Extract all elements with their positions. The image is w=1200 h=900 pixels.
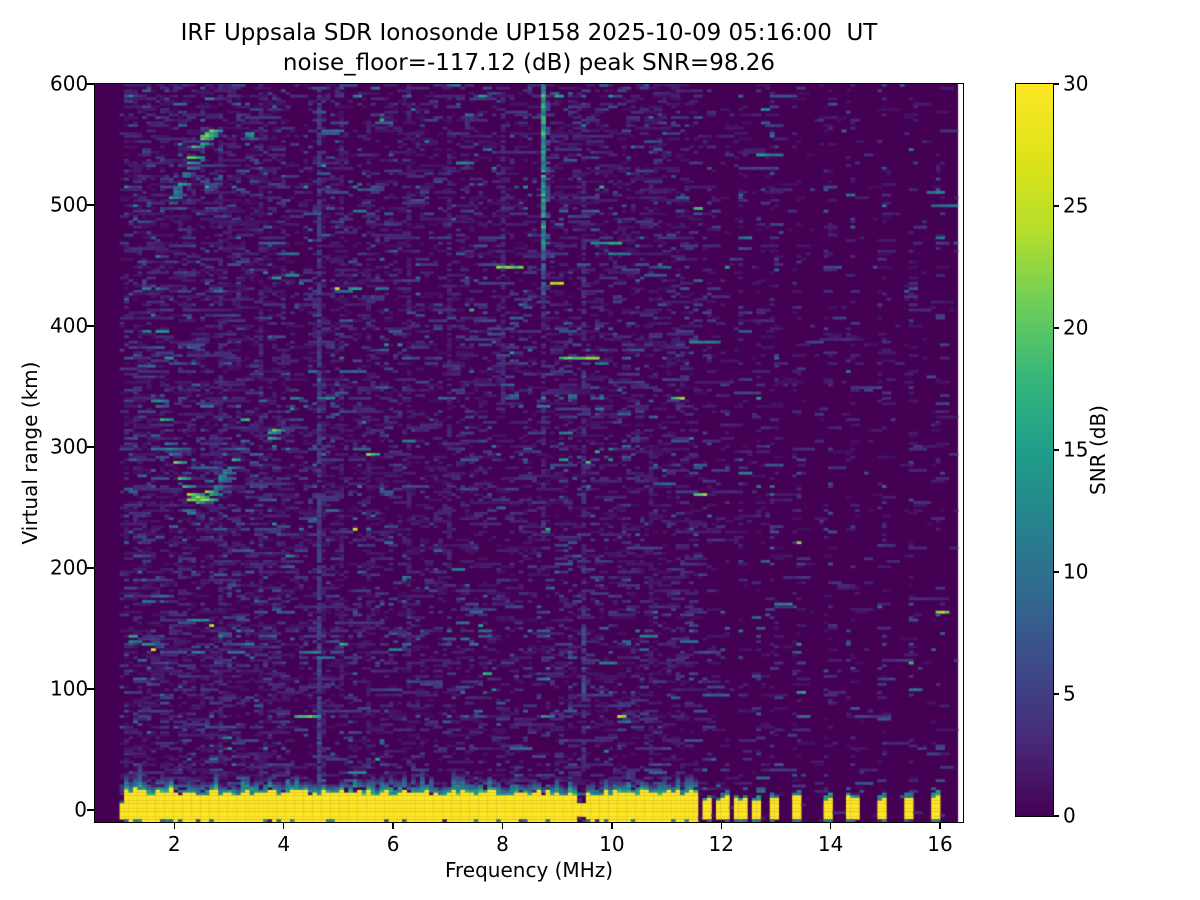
x-tick-label: 10 [599, 832, 625, 856]
x-tick-mark [282, 822, 285, 829]
x-axis-label: Frequency (MHz) [444, 858, 614, 882]
colorbar-tick-label: 5 [1063, 681, 1076, 706]
y-axis-label: Virtual range (km) [18, 361, 42, 545]
y-tick-mark [87, 83, 94, 85]
y-tick-mark [87, 325, 94, 327]
colorbar-tick-label: 20 [1063, 315, 1089, 340]
x-tick-label: 8 [496, 832, 509, 856]
x-tick-label: 2 [167, 832, 181, 856]
x-tick-label: 16 [927, 832, 953, 856]
x-tick-mark [611, 822, 613, 829]
colorbar-tick-label: 25 [1063, 193, 1089, 218]
x-tick-label: 4 [277, 832, 291, 856]
y-tick-mark [87, 204, 94, 206]
y-tick-label: 0 [74, 797, 87, 822]
figure-title: IRF Uppsala SDR Ionosonde UP158 2025-10-… [180, 20, 878, 46]
ionogram-heatmap-canvas [95, 84, 963, 822]
x-tick-label: 14 [817, 832, 844, 856]
x-tick-mark [939, 822, 941, 829]
colorbar-gradient [1016, 84, 1053, 816]
colorbar-tick-label: 10 [1063, 559, 1089, 584]
y-tick-label: 300 [50, 434, 89, 459]
y-tick-label: 600 [50, 71, 89, 96]
colorbar-tick-label: 15 [1063, 437, 1089, 462]
y-tick-mark [87, 567, 94, 569]
x-tick-label: 6 [386, 832, 400, 856]
y-tick-label: 200 [50, 555, 89, 580]
y-tick-mark [87, 809, 94, 811]
y-tick-label: 500 [50, 192, 89, 217]
y-tick-mark [87, 446, 94, 448]
y-tick-mark [87, 688, 94, 690]
figure-subtitle: noise_floor=-117.12 (dB) peak SNR=98.26 [282, 50, 776, 76]
x-tick-mark [829, 822, 832, 829]
colorbar-label: SNR (dB) [1086, 405, 1110, 495]
colorbar-tick-label: 30 [1063, 71, 1089, 96]
x-tick-mark [720, 822, 722, 829]
colorbar [1015, 83, 1054, 817]
x-tick-mark [501, 822, 504, 829]
x-tick-mark [173, 822, 175, 829]
y-tick-label: 100 [50, 676, 89, 701]
x-tick-mark [392, 822, 394, 829]
y-tick-label: 400 [50, 313, 89, 338]
colorbar-tick-label: 0 [1063, 803, 1076, 828]
ionogram-figure: IRF Uppsala SDR Ionosonde UP158 2025-10-… [0, 0, 1200, 900]
plot-area [94, 83, 964, 823]
x-tick-label: 12 [708, 832, 734, 856]
